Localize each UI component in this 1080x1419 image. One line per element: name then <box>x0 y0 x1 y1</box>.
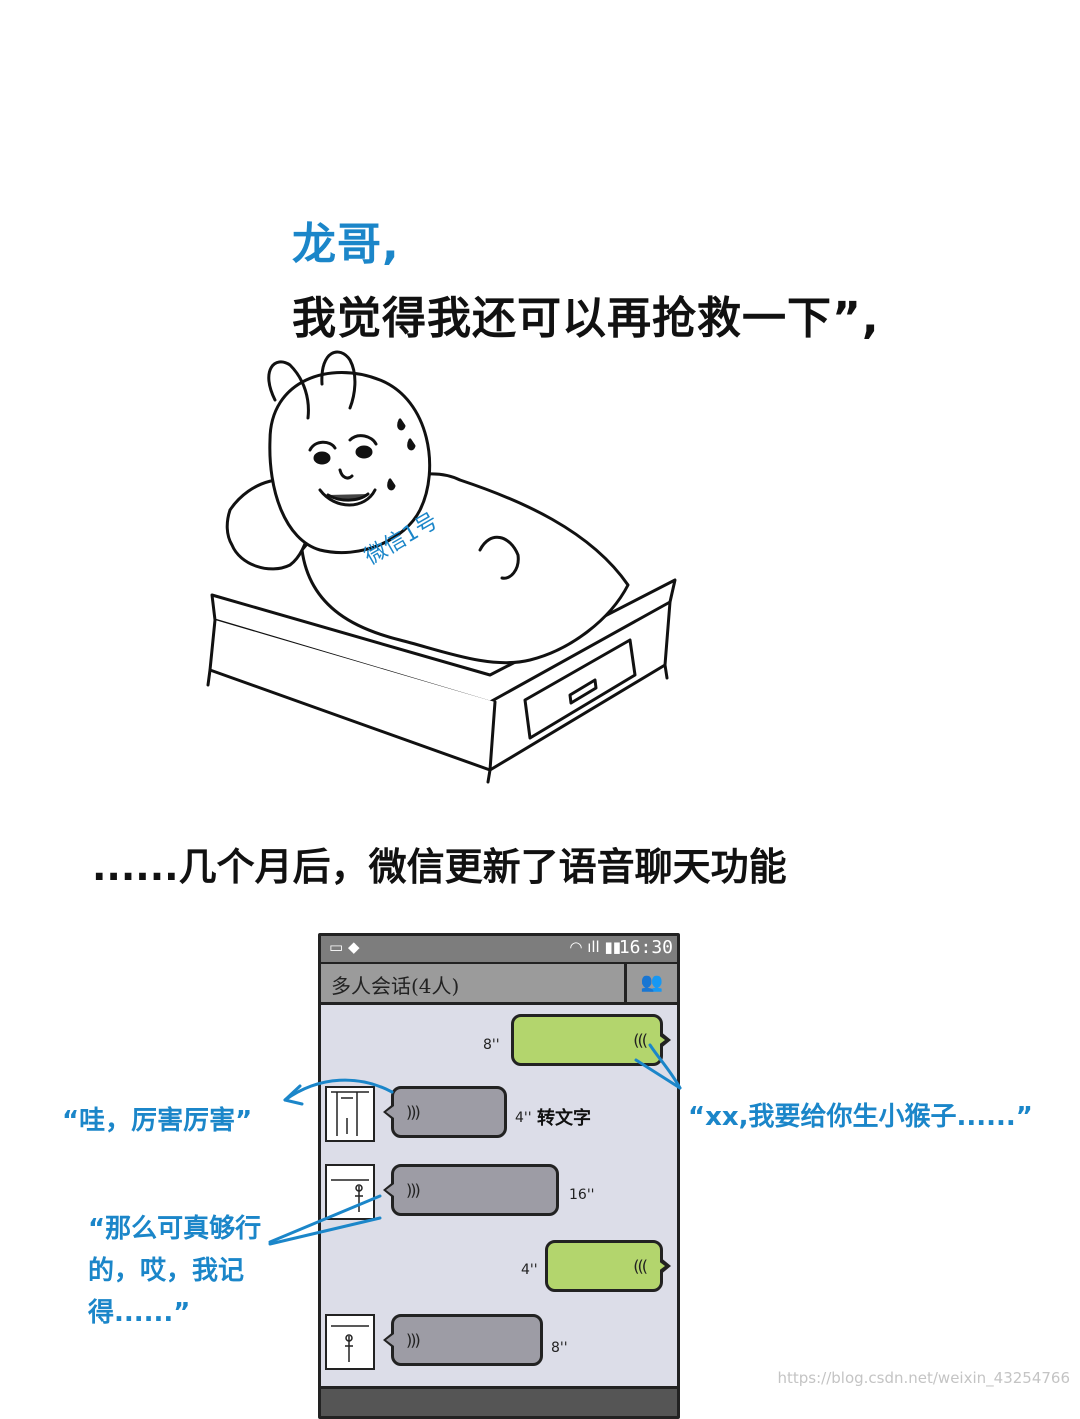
avatar[interactable] <box>325 1164 375 1220</box>
convert-to-text-button[interactable]: 转文字 <box>537 1104 591 1130</box>
phone-screen: ▭ ◆ ◠ ıll ▮▮ 16:30 多人会话(4人) 👥 8'' ((( ))… <box>318 933 680 1419</box>
bed-illustration: 微信1号 <box>206 350 677 784</box>
notification-icons: ▭ ◆ <box>329 938 360 956</box>
chat-header: 多人会话(4人) 👥 <box>321 964 677 1005</box>
voice-message-bubble[interactable]: ))) <box>383 1086 507 1138</box>
voice-duration: 8'' <box>551 1340 568 1356</box>
voice-message-bubble[interactable]: ))) <box>383 1164 559 1216</box>
avatar[interactable] <box>325 1086 375 1142</box>
voice-duration: 8'' <box>483 1037 500 1053</box>
voice-message-bubble[interactable]: ((( <box>511 1014 671 1066</box>
voice-duration: 16'' <box>569 1187 595 1203</box>
headline-name: 龙哥, <box>292 219 400 270</box>
annotation-remember: “那么可真够行的，哎，我记得......” <box>88 1214 262 1328</box>
subtitle: ......几个月后，微信更新了语音聊天功能 <box>92 845 787 889</box>
voice-duration: 4'' <box>515 1110 532 1126</box>
signal-battery-icons: ◠ ıll ▮▮ <box>569 938 621 956</box>
voice-wave-icon: ((( <box>633 1256 648 1276</box>
annotation-wow: “哇，厉害厉害” <box>62 1106 253 1136</box>
status-time: 16:30 <box>618 937 673 958</box>
annotation-monkey: “xx,我要给你生小猴子......” <box>688 1102 1033 1132</box>
watermark: https://blog.csdn.net/weixin_43254766 <box>777 1369 1070 1387</box>
voice-wave-icon: ))) <box>406 1102 421 1122</box>
voice-duration: 4'' <box>521 1262 538 1278</box>
voice-message-bubble[interactable]: ))) <box>383 1314 543 1366</box>
voice-wave-icon: ((( <box>633 1030 648 1050</box>
voice-message-bubble[interactable]: ((( <box>545 1240 671 1292</box>
group-members-icon[interactable]: 👥 <box>624 964 677 1002</box>
voice-wave-icon: ))) <box>406 1330 421 1350</box>
headline-quote: 我觉得我还可以再抢救一下”, <box>292 293 880 344</box>
input-toolbar[interactable] <box>321 1386 677 1416</box>
status-bar: ▭ ◆ ◠ ıll ▮▮ 16:30 <box>321 936 677 964</box>
avatar[interactable] <box>325 1314 375 1370</box>
chat-title: 多人会话(4人) <box>331 974 460 998</box>
voice-wave-icon: ))) <box>406 1180 421 1200</box>
